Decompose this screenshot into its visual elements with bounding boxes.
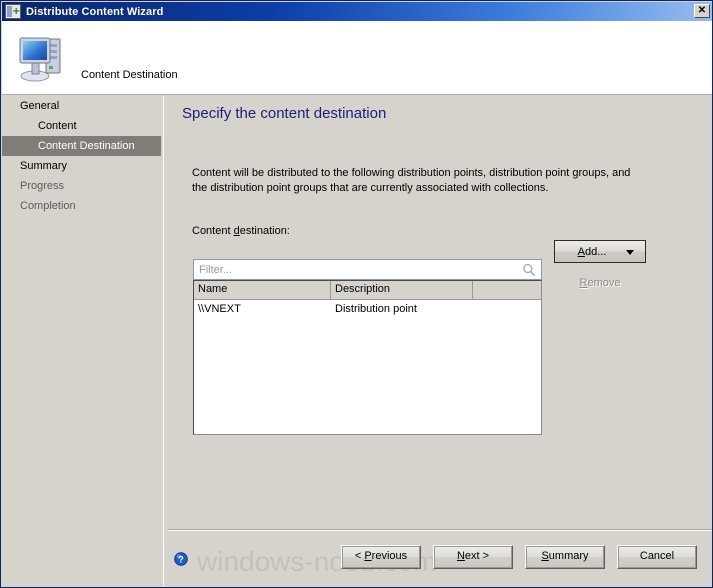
footer-divider (168, 529, 712, 531)
next-accesskey: N (456, 550, 465, 562)
sidebar-item-content[interactable]: Content (2, 116, 163, 136)
content-destination-label: Content destination: (192, 225, 290, 237)
cancel-post: Cancel (639, 550, 675, 562)
wizard-icon (5, 4, 21, 19)
add-button-label: Add... (578, 246, 607, 258)
remove-label-post: emove (587, 277, 621, 289)
sidebar-item-general[interactable]: General (2, 96, 163, 116)
computer-icon (19, 37, 61, 82)
wizard-content-pane: Specify the content destination Content … (168, 96, 712, 587)
sidebar-item-summary[interactable]: Summary (2, 156, 163, 176)
add-accesskey: A (577, 245, 585, 258)
add-button[interactable]: Add... (554, 240, 646, 263)
help-icon[interactable]: ? (174, 552, 188, 566)
sidebar-item-progress: Progress (20, 180, 65, 192)
wizard-banner: Content Destination (2, 21, 712, 95)
summary-button[interactable]: Summary (525, 545, 605, 569)
cell-extra (473, 300, 541, 318)
content-destination-list[interactable]: Name Description \\VNEXT Distribution po… (193, 280, 542, 435)
cell-name: \\VNEXT (198, 303, 241, 315)
prev-accesskey: P (364, 550, 372, 562)
sidebar-item-content-destination[interactable]: Content Destination (2, 136, 161, 156)
next-button[interactable]: Next > (433, 545, 513, 569)
svg-text:?: ? (178, 554, 184, 564)
column-header-name[interactable]: Name (194, 281, 331, 299)
table-row[interactable]: \\VNEXT Distribution point (194, 300, 541, 318)
cell-description: Distribution point (335, 303, 417, 315)
prev-post: revious (371, 550, 408, 562)
search-icon[interactable] (522, 263, 536, 277)
filter-box[interactable] (193, 259, 542, 280)
summary-accesskey: S (541, 550, 549, 562)
wizard-step-list: General Content Content Destination Summ… (2, 96, 164, 587)
prev-pre: < (354, 550, 365, 562)
column-header-description[interactable]: Description (331, 281, 473, 299)
cancel-button[interactable]: Cancel (617, 545, 697, 569)
next-post: ext > (464, 550, 490, 562)
window-title: Distribute Content Wizard (26, 5, 164, 18)
chevron-down-icon[interactable] (626, 250, 634, 255)
label-part-post: estination: (239, 225, 290, 237)
label-part-pre: Content (192, 225, 234, 237)
close-icon[interactable]: ✕ (694, 4, 710, 18)
page-description: Content will be distributed to the follo… (192, 167, 631, 194)
filter-input[interactable] (199, 263, 509, 276)
list-header-row: Name Description (194, 281, 541, 300)
remove-button: Remove (554, 273, 646, 294)
summary-post: ummary (548, 550, 589, 562)
previous-button[interactable]: < Previous (341, 545, 421, 569)
title-bar[interactable]: Distribute Content Wizard ✕ (2, 2, 712, 21)
sidebar-item-completion: Completion (20, 200, 76, 212)
distribute-content-wizard-window: Distribute Content Wizard ✕ Content Dest… (0, 0, 713, 588)
column-header-extra[interactable] (473, 281, 541, 299)
banner-title: Content Destination (81, 69, 178, 81)
add-label-post: dd... (584, 245, 607, 258)
page-title: Specify the content destination (182, 105, 387, 122)
